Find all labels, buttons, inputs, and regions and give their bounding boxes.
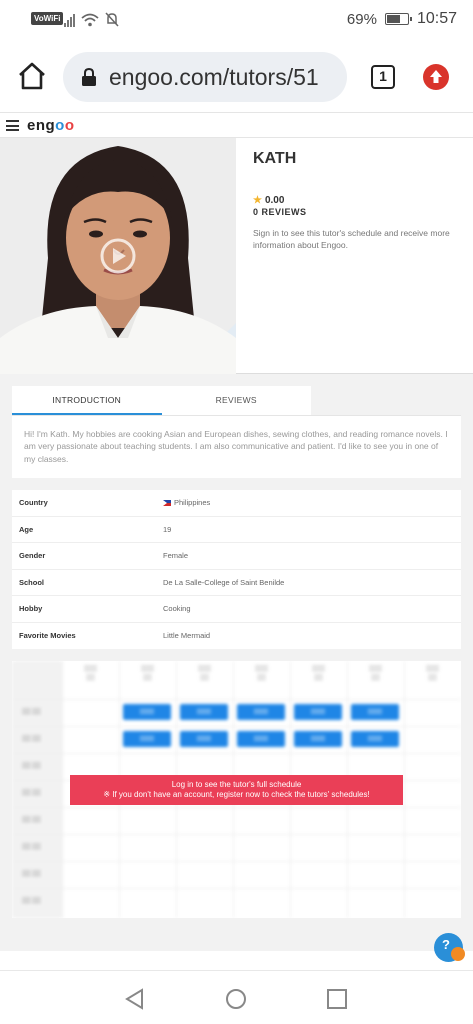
login-to-see-schedule-banner[interactable]: Log in to see the tutor's full schedule …: [70, 775, 403, 805]
detail-tabs: INTRODUCTION REVIEWS: [12, 386, 311, 415]
available-slot: ▒▒▒▒: [351, 704, 399, 720]
site-header: engoo: [0, 112, 473, 138]
available-slot: ▒▒▒▒: [294, 704, 342, 720]
home-nav-icon[interactable]: [225, 988, 247, 1010]
info-key: Country: [19, 498, 48, 508]
schedule-day-header: ▒▒▒ ▒▒: [141, 666, 154, 681]
available-slot: ▒▒▒▒: [237, 731, 285, 747]
tutor-info-table: Country Philippines Age 19 Gender Female…: [12, 490, 461, 649]
info-row-school: School De La Salle-College of Saint Beni…: [12, 570, 461, 596]
tutor-photo: [0, 138, 236, 374]
battery-icon: [384, 13, 412, 25]
battery-percent: 69%: [346, 10, 377, 28]
clock: 10:57: [416, 10, 457, 27]
signal-icon: [64, 13, 75, 27]
schedule-time: ▒▒ ▒▒: [22, 763, 41, 769]
info-key: Gender: [19, 551, 46, 561]
available-slot: ▒▒▒▒: [351, 731, 399, 747]
wifi-icon: [81, 13, 99, 27]
schedule-time: ▒▒ ▒▒: [22, 898, 41, 904]
info-row-age: Age 19: [12, 517, 461, 543]
info-key: Hobby: [19, 604, 43, 614]
introduction-text: Hi! I'm Kath. My hobbies are cooking Asi…: [12, 415, 461, 478]
info-row-hobby: Hobby Cooking: [12, 596, 461, 623]
lock-icon: [82, 68, 96, 86]
schedule-time: ▒▒ ▒▒: [22, 871, 41, 877]
status-bar: VoWiFi 69% 10:57: [0, 0, 473, 40]
schedule-row: ▒▒ ▒▒: [12, 807, 461, 834]
url-text: engoo.com/tutors/51: [109, 63, 319, 90]
logo-o-red: o: [64, 117, 75, 134]
mascot-icon: [451, 947, 465, 961]
mute-icon: [105, 12, 119, 27]
schedule-time: ▒▒ ▒▒: [22, 709, 41, 715]
schedule-row: ▒▒ ▒▒: [12, 834, 461, 861]
vowifi-badge: VoWiFi: [31, 12, 64, 25]
tab-introduction[interactable]: INTRODUCTION: [12, 386, 162, 415]
rating: ★ 0.00: [253, 195, 284, 206]
available-slot: ▒▒▒▒: [180, 731, 228, 747]
star-icon: ★: [253, 195, 262, 206]
reviews-count: 0 REVIEWS: [253, 207, 307, 217]
recents-icon[interactable]: [326, 988, 348, 1010]
tutor-name: KATH: [253, 150, 297, 167]
status-icons: [64, 11, 119, 27]
info-key: School: [19, 577, 45, 587]
tab-reviews[interactable]: REVIEWS: [162, 386, 312, 415]
info-value: Little Mermaid: [163, 631, 211, 641]
schedule-time: ▒▒ ▒▒: [22, 790, 41, 796]
schedule-time: ▒▒ ▒▒: [22, 736, 41, 742]
schedule-time: ▒▒ ▒▒: [22, 844, 41, 850]
question-icon: ?: [442, 937, 450, 952]
tab-switcher-button[interactable]: 1: [371, 65, 395, 89]
country-value: Philippines: [174, 498, 211, 508]
schedule-day-header: ▒▒▒ ▒▒: [312, 666, 325, 681]
schedule-day-header: ▒▒▒ ▒▒: [369, 666, 382, 681]
browser-toolbar: engoo.com/tutors/51 1: [0, 40, 473, 112]
signin-note: Sign in to see this tutor's schedule and…: [253, 228, 450, 250]
info-key: Age: [19, 524, 34, 534]
schedule-day-header: ▒▒▒ ▒▒: [255, 666, 268, 681]
engoo-logo[interactable]: engoo: [27, 117, 75, 134]
info-value: Cooking: [163, 604, 191, 614]
schedule-day-header: ▒▒▒ ▒▒: [426, 666, 439, 681]
address-bar[interactable]: engoo.com/tutors/51: [63, 52, 347, 102]
rating-value: 0.00: [264, 195, 285, 206]
available-slot: ▒▒▒▒: [180, 704, 228, 720]
update-icon[interactable]: [423, 64, 449, 90]
schedule-time: ▒▒ ▒▒: [22, 817, 41, 823]
login-banner-subtitle: ※ If you don't have an account, register…: [103, 790, 370, 799]
schedule-day-header: ▒▒▒ ▒▒: [84, 666, 97, 681]
info-row-favorite-movies: Favorite Movies Little Mermaid: [12, 623, 461, 650]
info-row-country: Country Philippines: [12, 490, 461, 517]
available-slot: ▒▒▒▒: [123, 731, 171, 747]
available-slot: ▒▒▒▒: [294, 731, 342, 747]
status-right: 69% 10:57: [347, 10, 457, 28]
philippines-flag-icon: [163, 499, 171, 506]
menu-icon[interactable]: [6, 120, 19, 131]
help-chat-button[interactable]: ?: [434, 933, 465, 962]
logo-o-blue: o: [55, 117, 65, 134]
available-slot: ▒▒▒▒: [237, 704, 285, 720]
info-key: Favorite Movies: [19, 631, 76, 641]
info-value: De La Salle-College of Saint Benilde: [163, 577, 285, 587]
info-value: Female: [163, 551, 189, 561]
info-value: 19: [163, 524, 172, 534]
android-nav-bar: [0, 970, 473, 1024]
home-icon[interactable]: [16, 60, 48, 92]
tutor-profile: KATH ★ 0.00 0 REVIEWS Sign in to see this…: [0, 138, 473, 374]
info-row-gender: Gender Female: [12, 543, 461, 570]
login-banner-title: Log in to see the tutor's full schedule: [171, 780, 302, 789]
tutor-details-section: INTRODUCTION REVIEWS Hi! I'm Kath. My ho…: [0, 374, 473, 951]
schedule-row: ▒▒ ▒▒: [12, 861, 461, 888]
back-icon[interactable]: [124, 988, 146, 1010]
logo-text: eng: [27, 117, 56, 134]
info-value: Philippines: [163, 498, 210, 507]
available-slot: ▒▒▒▒: [123, 704, 171, 720]
schedule-day-header: ▒▒▒ ▒▒: [198, 666, 211, 681]
schedule-row: ▒▒ ▒▒: [12, 888, 461, 915]
